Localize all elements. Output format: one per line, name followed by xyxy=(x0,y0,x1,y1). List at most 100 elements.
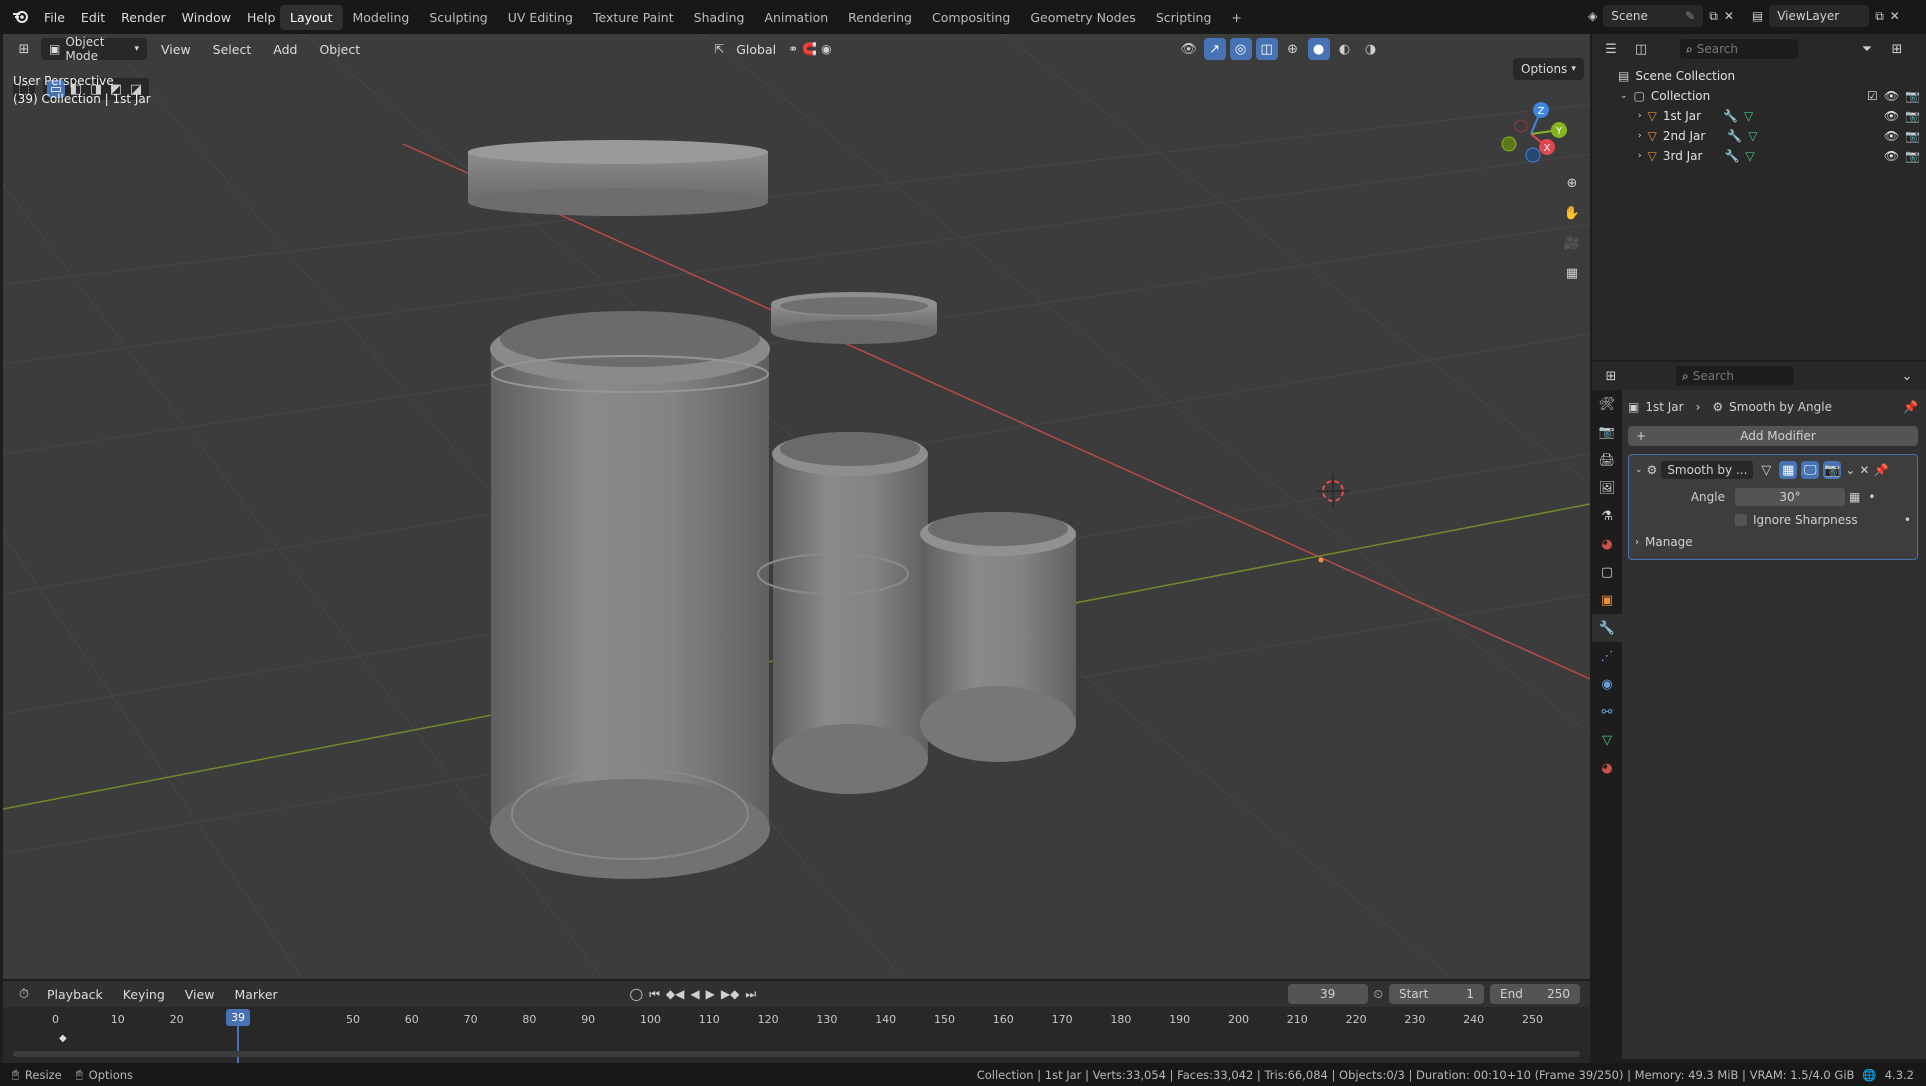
new-view-layer-icon[interactable]: ⧉ xyxy=(1875,9,1884,24)
menu-edit[interactable]: Edit xyxy=(73,10,113,25)
menu-playback[interactable]: Playback xyxy=(39,987,111,1002)
modifier-wrench-icon[interactable]: 🔧 xyxy=(1724,149,1739,163)
constraints-tab-icon[interactable]: ⚯ xyxy=(1592,698,1622,726)
menu-file[interactable]: File xyxy=(36,10,73,25)
tab-compositing[interactable]: Compositing xyxy=(922,5,1020,30)
camera-icon[interactable]: 📷 xyxy=(1905,109,1920,123)
tab-rendering[interactable]: Rendering xyxy=(838,5,922,30)
render-toggle-icon[interactable]: 📷 xyxy=(1823,461,1842,479)
keyframe-dot-icon[interactable]: • xyxy=(1904,513,1911,527)
pin-icon[interactable]: 📌 xyxy=(1903,400,1918,414)
chevron-right-icon[interactable]: › xyxy=(1638,111,1642,121)
tab-layout[interactable]: Layout xyxy=(280,4,343,30)
cage-toggle-icon[interactable]: ▦ xyxy=(1779,461,1798,479)
viewport-toggle-icon[interactable]: 🖵 xyxy=(1801,461,1820,479)
timeline-scrollbar[interactable] xyxy=(13,1051,1580,1057)
outliner-editor-icon[interactable]: ☰ xyxy=(1600,38,1622,60)
close-icon[interactable]: ✕ xyxy=(1859,463,1869,477)
navigation-gizmo[interactable]: Z Y X xyxy=(1493,92,1573,172)
pin-icon[interactable]: 📌 xyxy=(1873,463,1888,477)
visibility-icon[interactable]: 👁 xyxy=(1178,38,1200,60)
mode-dropdown[interactable]: ▣ Object Mode ▾ xyxy=(41,35,147,63)
particles-tab-icon[interactable]: ⋰ xyxy=(1592,642,1622,670)
tool-tab-icon[interactable]: 🛠 xyxy=(1592,390,1622,418)
current-frame-field[interactable]: 39 xyxy=(1287,984,1368,1004)
tab-animation[interactable]: Animation xyxy=(754,5,838,30)
editor-type-icon[interactable]: ⊞ xyxy=(13,38,35,60)
material-shading-icon[interactable]: ◐ xyxy=(1334,38,1356,60)
outliner-search-field[interactable]: ⌕ Search xyxy=(1680,39,1798,59)
orientation-dropdown[interactable]: Global xyxy=(728,42,784,57)
physics-tab-icon[interactable]: ◉ xyxy=(1592,670,1622,698)
outliner-row-3rd-jar[interactable]: › ▽ 3rd Jar 🔧 ▽ 👁 📷 xyxy=(1598,146,1920,166)
camera-icon[interactable]: 📷 xyxy=(1905,89,1920,103)
start-frame-field[interactable]: Start 1 xyxy=(1389,984,1484,1004)
next-keyframe-icon[interactable]: ▶◆ xyxy=(721,987,739,1001)
menu-keying[interactable]: Keying xyxy=(115,987,173,1002)
xray-toggle-icon[interactable]: ◫ xyxy=(1255,38,1278,60)
output-tab-icon[interactable]: 🖨 xyxy=(1592,446,1622,474)
keyframe-diamond-icon[interactable]: ◆ xyxy=(59,1033,67,1044)
menu-view[interactable]: View xyxy=(153,42,199,57)
view-layer-tab-icon[interactable]: 🖼 xyxy=(1592,474,1622,502)
menu-object[interactable]: Object xyxy=(311,42,368,57)
options-dropdown[interactable]: Options ▾ xyxy=(1513,58,1584,80)
viewport-scene[interactable] xyxy=(3,34,1590,979)
keyframe-dot-icon[interactable]: • xyxy=(1868,490,1875,504)
collection-tab-icon[interactable]: ▢ xyxy=(1592,558,1622,586)
camera-icon[interactable]: 📷 xyxy=(1905,129,1920,143)
overlay-toggle-icon[interactable]: ◎ xyxy=(1229,38,1252,60)
eye-icon[interactable]: 👁 xyxy=(1884,89,1899,103)
chevron-down-icon[interactable]: ⌄ xyxy=(1620,91,1628,101)
eye-icon[interactable]: 👁 xyxy=(1884,109,1899,123)
object-tab-icon[interactable]: ▣ xyxy=(1592,586,1622,614)
timeline-editor-icon[interactable]: ⏱ xyxy=(13,983,35,1005)
solid-shading-icon[interactable]: ● xyxy=(1307,38,1330,60)
tab-geometry-nodes[interactable]: Geometry Nodes xyxy=(1020,5,1145,30)
outliner-row-2nd-jar[interactable]: › ▽ 2nd Jar 🔧 ▽ 👁 📷 xyxy=(1598,126,1920,146)
eye-icon[interactable]: 👁 xyxy=(1884,129,1899,143)
chevron-right-icon[interactable]: › xyxy=(1638,151,1642,161)
outliner-row-1st-jar[interactable]: › ▽ 1st Jar 🔧 ▽ 👁 📷 xyxy=(1598,106,1920,126)
view-layer-selector[interactable]: ViewLayer xyxy=(1769,5,1870,27)
driver-icon[interactable]: ▦ xyxy=(1849,490,1860,504)
tab-sculpting[interactable]: Sculpting xyxy=(419,5,497,30)
filter-icon[interactable]: ⏷ xyxy=(1856,38,1878,60)
delete-view-layer-icon[interactable]: ✕ xyxy=(1890,9,1900,23)
manage-subpanel[interactable]: › Manage xyxy=(1635,531,1911,553)
new-scene-icon[interactable]: ⧉ xyxy=(1709,9,1718,24)
blender-logo-icon[interactable] xyxy=(12,8,30,27)
pivot-icon[interactable]: ⚭ xyxy=(788,42,798,56)
chevron-down-icon[interactable]: ⌄ xyxy=(1896,365,1918,387)
modifier-name-field[interactable]: Smooth by ... xyxy=(1661,461,1754,479)
angle-field[interactable]: 30° xyxy=(1735,488,1845,506)
menu-window[interactable]: Window xyxy=(174,10,239,25)
scene-tab-icon[interactable]: ⚗ xyxy=(1592,502,1622,530)
play-reverse-icon[interactable]: ◀ xyxy=(690,987,699,1001)
display-mode-icon[interactable]: ◫ xyxy=(1630,38,1652,60)
ortho-grid-icon[interactable]: ▦ xyxy=(1561,262,1583,284)
end-frame-field[interactable]: End 250 xyxy=(1490,984,1580,1004)
chevron-right-icon[interactable]: › xyxy=(1638,131,1642,141)
outliner-row-collection[interactable]: ⌄ ▢ Collection ☑ 👁 📷 xyxy=(1598,86,1920,106)
eye-icon[interactable]: 👁 xyxy=(1884,149,1899,163)
ignore-sharpness-checkbox[interactable] xyxy=(1735,514,1747,526)
chevron-down-icon[interactable]: ⌄ xyxy=(1635,465,1643,475)
new-collection-icon[interactable]: ⊞ xyxy=(1886,38,1908,60)
menu-render[interactable]: Render xyxy=(113,10,174,25)
scene-selector[interactable]: Scene ✎ xyxy=(1603,5,1704,27)
timeline-track[interactable]: 0102030506070809010011012013014015016017… xyxy=(3,1007,1590,1063)
outliner-row-scene-collection[interactable]: ▤ Scene Collection xyxy=(1598,66,1920,86)
world-tab-icon[interactable]: ◕ xyxy=(1592,530,1622,558)
properties-editor-icon[interactable]: ⊞ xyxy=(1600,365,1622,387)
rendered-shading-icon[interactable]: ◑ xyxy=(1360,38,1382,60)
prev-keyframe-icon[interactable]: ◆◀ xyxy=(666,987,684,1001)
render-tab-icon[interactable]: 📷 xyxy=(1592,418,1622,446)
record-icon[interactable]: ◯ xyxy=(630,987,643,1001)
modifier-wrench-icon[interactable]: 🔧 xyxy=(1727,129,1742,143)
menu-help[interactable]: Help xyxy=(239,10,284,25)
play-icon[interactable]: ▶ xyxy=(706,987,715,1001)
zoom-icon[interactable]: ⊕ xyxy=(1561,172,1583,194)
menu-timeline-view[interactable]: View xyxy=(177,987,223,1002)
checkbox-icon[interactable]: ☑ xyxy=(1867,89,1878,103)
